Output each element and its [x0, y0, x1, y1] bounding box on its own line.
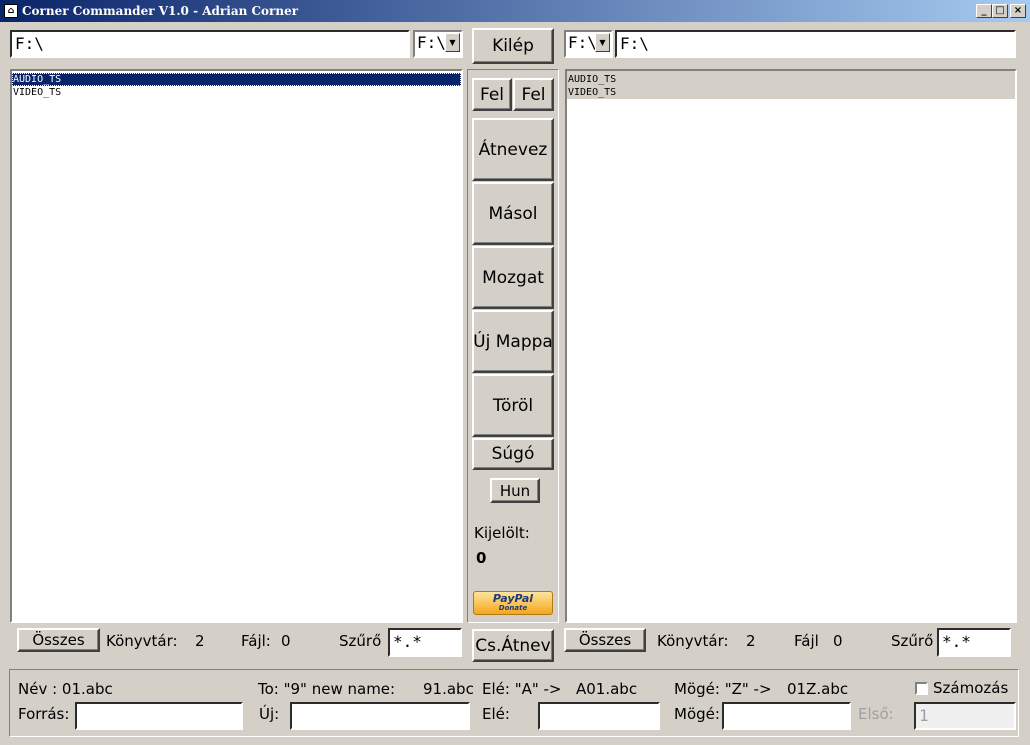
- maximize-button[interactable]: □: [992, 4, 1008, 18]
- language-button[interactable]: Hun: [490, 478, 540, 503]
- left-dir-count: 2: [195, 632, 205, 650]
- left-drive-value: F:\: [417, 33, 446, 52]
- source-label: Forrás:: [18, 705, 70, 723]
- to-example: To: "9" new name:: [258, 680, 396, 698]
- close-button[interactable]: ×: [1010, 4, 1026, 18]
- right-drive-select[interactable]: F:\ ▼: [564, 30, 613, 58]
- right-up-button[interactable]: Fel: [513, 78, 554, 111]
- left-up-button[interactable]: Fel: [472, 78, 512, 111]
- left-drive-select[interactable]: F:\ ▼: [413, 30, 463, 58]
- suffix-input[interactable]: [722, 702, 851, 730]
- left-dir-label: Könyvtár:: [106, 632, 178, 650]
- suffix-result: 01Z.abc: [787, 680, 849, 698]
- numbering-checkbox[interactable]: [915, 682, 928, 695]
- dropdown-arrow-icon[interactable]: ▼: [595, 33, 610, 52]
- rename-button[interactable]: Átnevez: [472, 118, 554, 181]
- source-input[interactable]: [75, 702, 243, 730]
- left-filter-label: Szűrő: [339, 632, 382, 650]
- list-item[interactable]: AUDIO_TS: [12, 73, 461, 86]
- right-drive-value: F:\: [568, 33, 597, 52]
- right-dir-count: 2: [746, 632, 756, 650]
- right-file-label: Fájl: [794, 632, 819, 650]
- left-file-label: Fájl:: [241, 632, 271, 650]
- name-example: Név : 01.abc: [18, 680, 113, 698]
- list-item[interactable]: VIDEO_TS: [12, 86, 461, 99]
- left-path-input[interactable]: F:\: [10, 30, 410, 58]
- help-button[interactable]: Súgó: [472, 438, 554, 470]
- window-title: Corner Commander V1.0 - Adrian Corner: [22, 4, 299, 18]
- delete-button[interactable]: Töröl: [472, 374, 554, 437]
- first-number-input[interactable]: 1: [914, 702, 1016, 730]
- new-label: Új:: [259, 705, 280, 723]
- title-bar: ⌂ Corner Commander V1.0 - Adrian Corner …: [0, 0, 1030, 22]
- suffix-example: Mögé: "Z" ->: [674, 680, 772, 698]
- prefix-example: Elé: "A" ->: [482, 680, 562, 698]
- left-filter-input[interactable]: *.*: [388, 628, 462, 657]
- numbering-label: Számozás: [933, 679, 1009, 697]
- list-item[interactable]: VIDEO_TS: [567, 86, 1015, 99]
- right-select-all-button[interactable]: Összes: [564, 628, 646, 652]
- right-file-count: 0: [833, 632, 843, 650]
- right-path-input[interactable]: F:\: [615, 30, 1016, 58]
- first-label: Első:: [858, 705, 894, 723]
- app-icon[interactable]: ⌂: [4, 4, 18, 18]
- move-button[interactable]: Mozgat: [472, 246, 554, 309]
- selected-count: 0: [476, 549, 487, 567]
- right-filter-label: Szűrő: [891, 632, 934, 650]
- selected-label: Kijelölt:: [474, 524, 530, 542]
- right-dir-label: Könyvtár:: [657, 632, 729, 650]
- right-file-list[interactable]: AUDIO_TS VIDEO_TS: [565, 69, 1017, 623]
- left-file-count: 0: [281, 632, 291, 650]
- new-folder-button[interactable]: Új Mappa: [472, 310, 554, 373]
- prefix-label: Elé:: [482, 705, 510, 723]
- left-select-all-button[interactable]: Összes: [17, 628, 100, 652]
- right-filter-input[interactable]: *.*: [937, 628, 1011, 657]
- new-name-input[interactable]: [290, 702, 470, 730]
- prefix-input[interactable]: [538, 702, 660, 730]
- paypal-donate-label: Donate: [498, 604, 528, 612]
- to-result: 91.abc: [423, 680, 474, 698]
- paypal-donate-icon[interactable]: PayPal Donate: [473, 591, 553, 615]
- prefix-result: A01.abc: [576, 680, 638, 698]
- dropdown-arrow-icon[interactable]: ▼: [445, 33, 460, 52]
- left-file-list[interactable]: AUDIO_TS VIDEO_TS: [10, 69, 463, 623]
- batch-rename-button[interactable]: Cs.Átnev: [472, 629, 554, 662]
- suffix-label: Mögé:: [674, 705, 720, 723]
- list-item[interactable]: AUDIO_TS: [567, 73, 1015, 86]
- copy-button[interactable]: Másol: [472, 182, 554, 245]
- exit-button[interactable]: Kilép: [472, 28, 554, 64]
- minimize-button[interactable]: _: [976, 4, 992, 18]
